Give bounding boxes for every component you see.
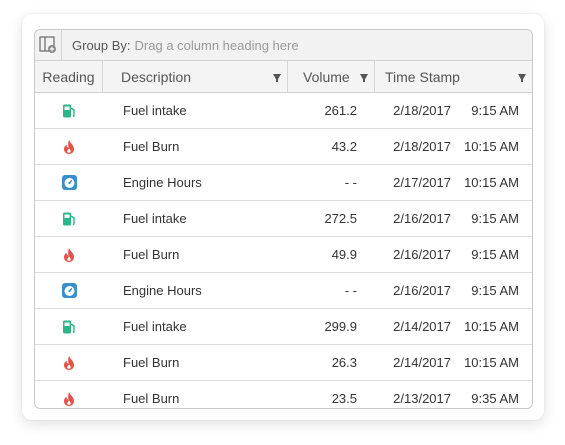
- volume-cell: 299.9: [324, 319, 357, 334]
- add-group-icon: [39, 36, 56, 53]
- table-row[interactable]: Fuel intake 299.9 2/14/2017 10:15 AM: [35, 309, 532, 345]
- time-cell: 9:15 AM: [471, 211, 519, 226]
- date-cell: 2/18/2017: [393, 103, 451, 118]
- flame-icon: [35, 139, 103, 155]
- description-cell: Fuel intake: [123, 103, 187, 118]
- group-by-label: Group By:: [72, 37, 131, 53]
- time-cell: 9:35 AM: [471, 391, 519, 406]
- group-panel-button[interactable]: [35, 30, 62, 61]
- volume-cell: 26.3: [331, 355, 357, 370]
- grid-body: Fuel intake 261.2 2/18/2017 9:15 AM Fuel Bur…: [35, 93, 532, 408]
- description-cell: Fuel Burn: [123, 139, 180, 154]
- grid-header: Reading Description Volume Time Stamp: [35, 61, 532, 93]
- column-header-volume[interactable]: Volume: [288, 61, 375, 92]
- filter-icon[interactable]: [360, 74, 368, 82]
- group-by-text: Group By: Drag a column heading here: [72, 38, 299, 53]
- time-cell: 9:15 AM: [471, 247, 519, 262]
- date-cell: 2/14/2017: [393, 355, 451, 370]
- group-by-hint: Drag a column heading here: [134, 37, 299, 53]
- column-header-timestamp-label: Time Stamp: [385, 68, 460, 85]
- flame-icon: [35, 355, 103, 371]
- description-cell: Fuel Burn: [123, 391, 180, 406]
- time-cell: 9:15 AM: [471, 283, 519, 298]
- gauge-icon: [35, 174, 103, 191]
- date-cell: 2/16/2017: [393, 211, 451, 226]
- date-cell: 2/16/2017: [393, 283, 451, 298]
- description-cell: Fuel Burn: [123, 355, 180, 370]
- column-header-timestamp[interactable]: Time Stamp: [375, 61, 532, 92]
- table-row[interactable]: Fuel intake 261.2 2/18/2017 9:15 AM: [35, 93, 532, 129]
- description-cell: Fuel intake: [123, 211, 187, 226]
- table-row[interactable]: Fuel Burn 43.2 2/18/2017 10:15 AM: [35, 129, 532, 165]
- date-cell: 2/16/2017: [393, 247, 451, 262]
- description-cell: Fuel intake: [123, 319, 187, 334]
- volume-cell: 272.5: [324, 211, 357, 226]
- fuel-pump-icon: [35, 103, 103, 119]
- gauge-icon: [35, 282, 103, 299]
- column-header-reading-label: Reading: [42, 68, 95, 85]
- time-cell: 10:15 AM: [464, 355, 519, 370]
- time-cell: 10:15 AM: [464, 175, 519, 190]
- flame-icon: [35, 247, 103, 263]
- date-cell: 2/14/2017: [393, 319, 451, 334]
- time-cell: 9:15 AM: [471, 103, 519, 118]
- description-cell: Engine Hours: [123, 175, 202, 190]
- date-cell: 2/13/2017: [393, 391, 451, 406]
- group-by-bar[interactable]: Group By: Drag a column heading here: [35, 30, 532, 61]
- column-header-description-label: Description: [121, 68, 192, 85]
- time-cell: 10:15 AM: [464, 139, 519, 154]
- time-cell: 10:15 AM: [464, 319, 519, 334]
- volume-cell: 49.9: [331, 247, 357, 262]
- fuel-pump-icon: [35, 211, 103, 227]
- column-header-description[interactable]: Description: [103, 61, 288, 92]
- column-header-volume-label: Volume: [303, 68, 350, 85]
- date-cell: 2/18/2017: [393, 139, 451, 154]
- volume-cell: - -: [344, 283, 357, 298]
- flame-icon: [35, 391, 103, 407]
- volume-cell: 23.5: [331, 391, 357, 406]
- filter-icon[interactable]: [518, 74, 526, 82]
- description-cell: Engine Hours: [123, 283, 202, 298]
- column-header-reading[interactable]: Reading: [35, 61, 103, 92]
- filter-icon[interactable]: [273, 74, 281, 82]
- table-row[interactable]: Fuel Burn 26.3 2/14/2017 10:15 AM: [35, 345, 532, 381]
- table-row[interactable]: Engine Hours - - 2/17/2017 10:15 AM: [35, 165, 532, 201]
- volume-cell: 43.2: [331, 139, 357, 154]
- fuel-pump-icon: [35, 319, 103, 335]
- description-cell: Fuel Burn: [123, 247, 180, 262]
- date-cell: 2/17/2017: [393, 175, 451, 190]
- table-row[interactable]: Fuel Burn 23.5 2/13/2017 9:35 AM: [35, 381, 532, 408]
- table-row[interactable]: Fuel intake 272.5 2/16/2017 9:15 AM: [35, 201, 532, 237]
- data-grid: Group By: Drag a column heading here Read…: [34, 29, 533, 409]
- table-row[interactable]: Fuel Burn 49.9 2/16/2017 9:15 AM: [35, 237, 532, 273]
- volume-cell: 261.2: [324, 103, 357, 118]
- volume-cell: - -: [344, 175, 357, 190]
- table-row[interactable]: Engine Hours - - 2/16/2017 9:15 AM: [35, 273, 532, 309]
